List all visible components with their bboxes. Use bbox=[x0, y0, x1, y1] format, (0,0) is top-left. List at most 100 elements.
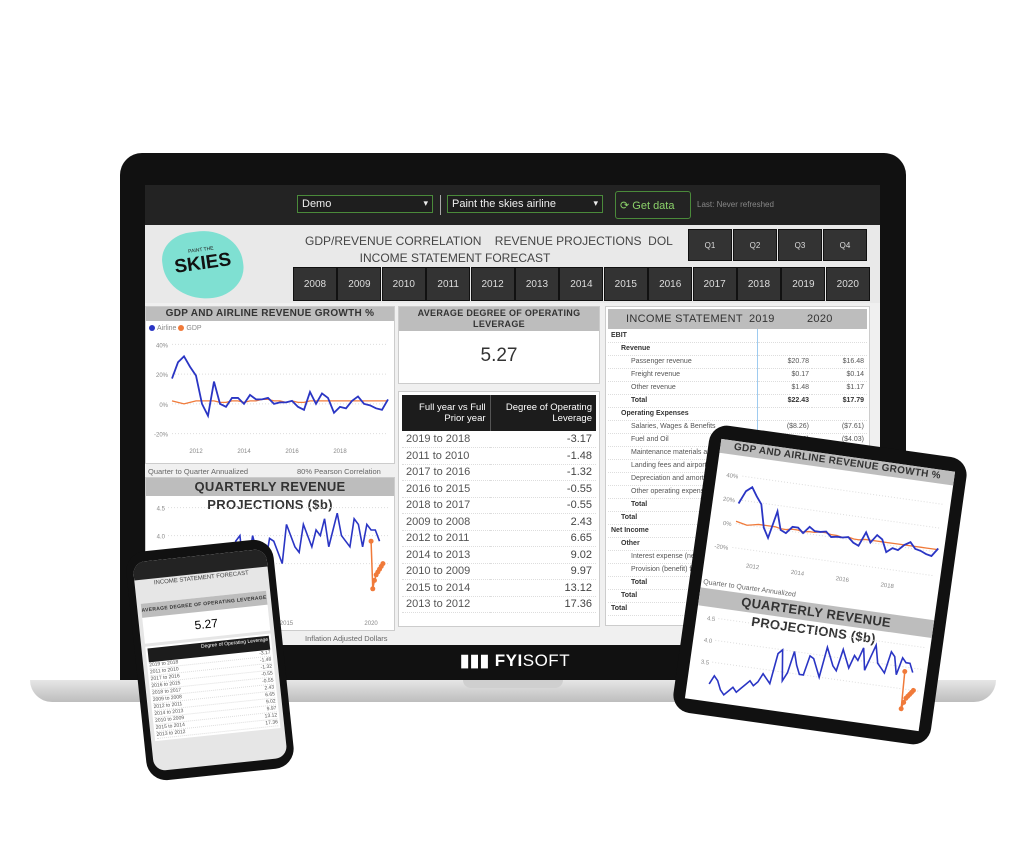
x-tick-label: 2015 bbox=[280, 621, 294, 627]
year-button-2010[interactable]: 2010 bbox=[381, 267, 426, 301]
report-header: PAINT THE SKIES GDP/REVENUE CORRELATION R… bbox=[145, 225, 880, 305]
line-item-label: Freight revenue bbox=[608, 368, 758, 382]
value-2019: $20.78 bbox=[757, 355, 812, 369]
dol-value-cell: -1.32 bbox=[490, 464, 596, 481]
dol-value-cell: 9.02 bbox=[490, 546, 596, 564]
value-2019: $22.43 bbox=[757, 394, 812, 408]
forecast-point bbox=[380, 561, 386, 567]
period-cell: 2018 to 2017 bbox=[402, 497, 491, 514]
top-bar: Demo Paint the skies airline ⟳ Get data … bbox=[145, 185, 880, 225]
period-cell: 2011 to 2010 bbox=[402, 447, 491, 465]
year-button-2013[interactable]: 2013 bbox=[515, 267, 559, 301]
year-button-2009[interactable]: 2009 bbox=[337, 267, 382, 301]
dol-average-value: 5.27 bbox=[480, 345, 518, 366]
forecast-point bbox=[902, 668, 908, 674]
dol-value-cell: -0.55 bbox=[490, 480, 596, 498]
actual-revenue-line bbox=[708, 642, 914, 697]
year-button-2017[interactable]: 2017 bbox=[692, 267, 737, 301]
line-item-label: Other revenue bbox=[608, 381, 758, 395]
col-header-dol[interactable]: Degree of Operating Leverage bbox=[490, 395, 596, 431]
year-button-2008[interactable]: 2008 bbox=[293, 267, 337, 301]
dol-row[interactable]: 2013 to 2012 17.36 bbox=[402, 596, 596, 613]
dol-row[interactable]: 2016 to 2015 -0.55 bbox=[402, 480, 596, 498]
dol-row[interactable]: 2011 to 2010 -1.48 bbox=[402, 447, 596, 465]
income-row[interactable]: Passenger revenue $20.78 $16.48 bbox=[608, 355, 867, 369]
value-2020: $0.14 bbox=[812, 368, 867, 382]
dol-row[interactable]: 2018 to 2017 -0.55 bbox=[402, 497, 596, 514]
x-tick-label: 2012 bbox=[745, 564, 760, 572]
y-tick-label: -20% bbox=[154, 433, 169, 439]
year-button-2018[interactable]: 2018 bbox=[737, 267, 781, 301]
gdp-growth-chart: 40% 20% 0% -20% 2012 2014 2016 2018 bbox=[154, 343, 389, 455]
gridline bbox=[738, 499, 942, 529]
value-2019 bbox=[757, 407, 812, 421]
period-cell: 2019 to 2018 bbox=[402, 431, 491, 448]
period-cell: 2014 to 2013 bbox=[402, 546, 491, 564]
year-button-2015[interactable]: 2015 bbox=[603, 267, 648, 301]
phone-value: 17.36 bbox=[265, 719, 279, 727]
x-tick-label: 2014 bbox=[790, 570, 805, 578]
y-tick-label: 20% bbox=[722, 497, 735, 505]
get-data-button[interactable]: ⟳ Get data bbox=[615, 191, 691, 219]
dol-row[interactable]: 2014 to 2013 9.02 bbox=[402, 546, 596, 564]
company-dropdown[interactable]: Paint the skies airline bbox=[447, 195, 603, 213]
period-cell: 2012 to 2011 bbox=[402, 530, 491, 547]
dol-card-title: AVERAGE DEGREE OF OPERATING LEVERAGE bbox=[399, 307, 599, 331]
col-2020: 2020 bbox=[807, 313, 833, 325]
income-statement-header[interactable]: INCOME STATEMENT 2019 2020 bbox=[608, 309, 867, 329]
income-row[interactable]: Freight revenue $0.17 $0.14 bbox=[608, 368, 867, 382]
dol-row[interactable]: 2012 to 2011 6.65 bbox=[402, 530, 596, 547]
quarter-button-q4[interactable]: Q4 bbox=[823, 229, 867, 261]
year-button-2019[interactable]: 2019 bbox=[781, 267, 826, 301]
income-row[interactable]: Other revenue $1.48 $1.17 bbox=[608, 381, 867, 395]
dol-value-cell: -1.48 bbox=[490, 447, 596, 465]
quarter-button-q2[interactable]: Q2 bbox=[733, 229, 777, 261]
income-row[interactable]: EBIT bbox=[608, 329, 867, 343]
year-button-2011[interactable]: 2011 bbox=[426, 267, 471, 301]
col-2019: 2019 bbox=[749, 313, 775, 325]
line-item-label: Operating Expenses bbox=[608, 407, 758, 421]
quarter-button-q3[interactable]: Q3 bbox=[778, 229, 822, 261]
dol-value-cell: 13.12 bbox=[490, 579, 596, 597]
x-tick-label: 2018 bbox=[880, 582, 895, 590]
quarter-button-q1[interactable]: Q1 bbox=[688, 229, 732, 261]
last-refresh-status: Last: Never refreshed bbox=[697, 200, 774, 209]
dol-value-cell: -3.17 bbox=[490, 431, 596, 448]
dol-row[interactable]: 2010 to 2009 9.97 bbox=[402, 563, 596, 580]
year-button-2016[interactable]: 2016 bbox=[648, 267, 693, 301]
dol-row[interactable]: 2017 to 2016 -1.32 bbox=[402, 464, 596, 481]
x-tick-label: 2015 bbox=[809, 723, 824, 731]
income-row[interactable]: Total $22.43 $17.79 bbox=[608, 394, 867, 408]
phone-value: 6.65 bbox=[264, 691, 276, 699]
period-cell: 2010 to 2009 bbox=[402, 563, 491, 580]
y-tick-label: 0% bbox=[722, 521, 732, 528]
line-item-label: Passenger revenue bbox=[608, 355, 758, 369]
dol-row[interactable]: 2015 to 2014 13.12 bbox=[402, 579, 596, 597]
year-button-2020[interactable]: 2020 bbox=[825, 267, 870, 301]
value-2020: $16.48 bbox=[812, 355, 867, 369]
tablet-device: GDP AND AIRLINE REVENUE GROWTH % 40% 20% 0… bbox=[671, 423, 969, 747]
gdp-caption-left: Quarter to Quarter Annualized bbox=[148, 467, 249, 476]
gridline bbox=[742, 475, 945, 506]
x-tick-label: 2014 bbox=[237, 449, 251, 455]
income-row[interactable]: Revenue bbox=[608, 342, 867, 356]
line-item-label: EBIT bbox=[608, 329, 758, 343]
title-line-1[interactable]: GDP/REVENUE CORRELATION REVENUE PROJECTI… bbox=[305, 233, 673, 250]
revenue-caption: Inflation Adjusted Dollars bbox=[305, 634, 388, 643]
x-tick-label: 2020 bbox=[364, 621, 378, 627]
divider bbox=[440, 195, 441, 215]
year-button-2012[interactable]: 2012 bbox=[470, 267, 515, 301]
value-2020: ($7.61) bbox=[812, 420, 867, 434]
dol-row[interactable]: 2019 to 2018 -3.17 bbox=[402, 431, 596, 448]
y-tick-label: 40% bbox=[726, 473, 739, 481]
col-header-period[interactable]: Full year vs Full Prior year bbox=[402, 395, 491, 431]
laptop-notch bbox=[463, 680, 563, 688]
dol-row[interactable]: 2009 to 2008 2.43 bbox=[402, 513, 596, 531]
dataset-dropdown[interactable]: Demo bbox=[297, 195, 433, 213]
year-button-2014[interactable]: 2014 bbox=[559, 267, 604, 301]
income-row[interactable]: Operating Expenses bbox=[608, 407, 867, 421]
value-2020: $1.17 bbox=[812, 381, 867, 395]
get-data-label: Get data bbox=[632, 200, 675, 212]
series-line-airline bbox=[737, 485, 939, 558]
title-line-2[interactable]: INCOME STATEMENT FORECAST bbox=[305, 250, 605, 267]
